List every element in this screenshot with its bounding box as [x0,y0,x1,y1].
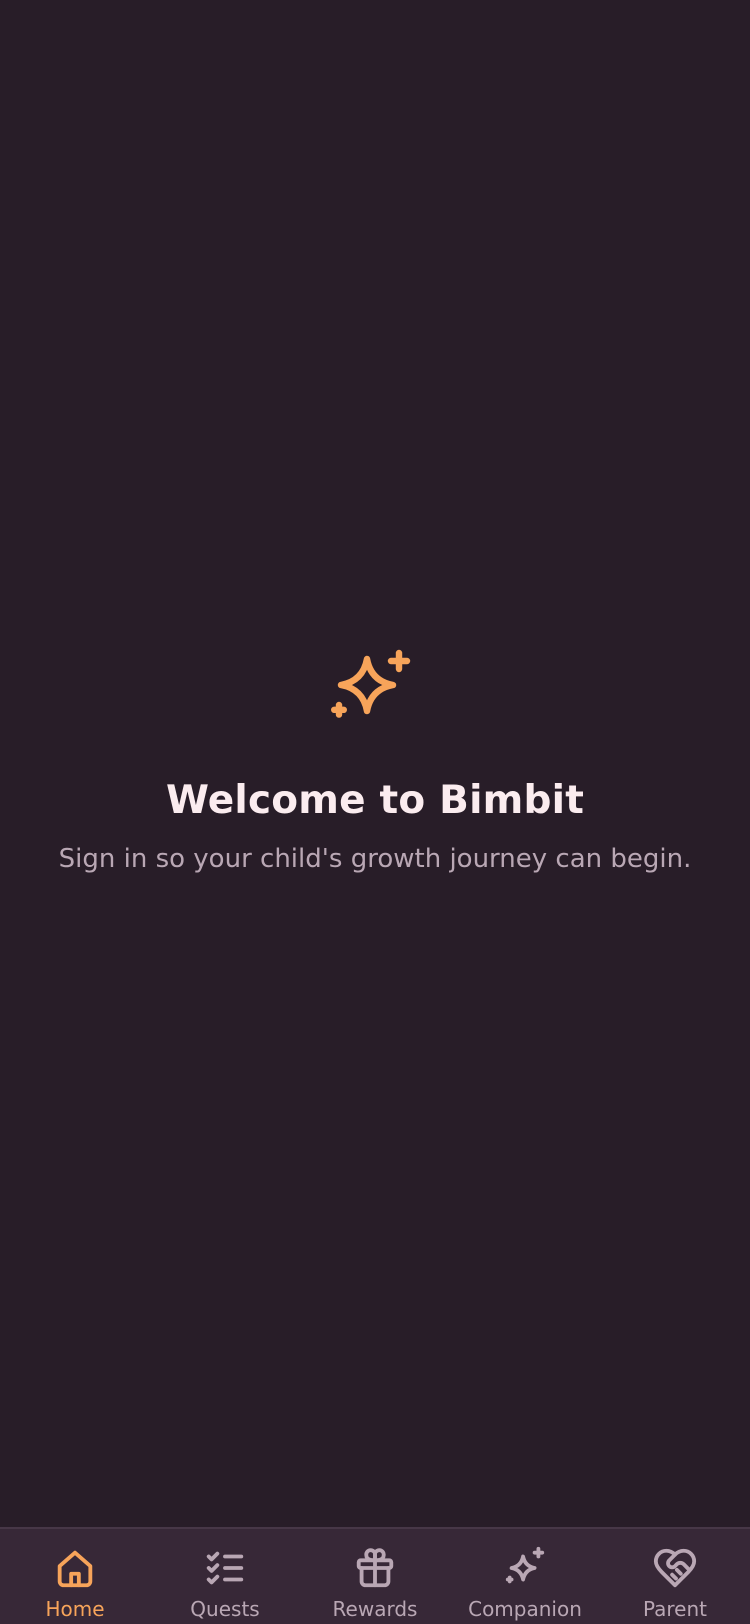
tab-quests[interactable]: Quests [150,1529,300,1624]
sparkles-icon [331,649,411,718]
tab-companion[interactable]: Companion [450,1529,600,1624]
app-screen: Welcome to Bimbit Sign in so your child'… [0,0,750,1624]
tab-home-label: Home [45,1597,105,1621]
tab-companion-label: Companion [468,1597,582,1621]
tab-quests-label: Quests [190,1597,260,1621]
tab-parent[interactable]: Parent [600,1529,750,1624]
gift-icon [356,1548,394,1588]
heart-handshake-icon [653,1548,697,1588]
welcome-subtitle: Sign in so your child's growth journey c… [58,844,692,874]
tab-parent-label: Parent [642,1597,708,1621]
checklist-icon [206,1551,244,1585]
tab-rewards-label: Rewards [332,1597,418,1621]
bottom-tab-bar: Home Quests Rewards Companion Parent [0,1527,750,1624]
sparkles-icon [505,1546,545,1584]
welcome-title: Welcome to Bimbit [165,778,585,823]
tab-rewards[interactable]: Rewards [300,1529,450,1624]
home-icon [57,1550,93,1588]
welcome-hero: Welcome to Bimbit Sign in so your child'… [0,645,750,877]
tab-home[interactable]: Home [0,1529,150,1624]
